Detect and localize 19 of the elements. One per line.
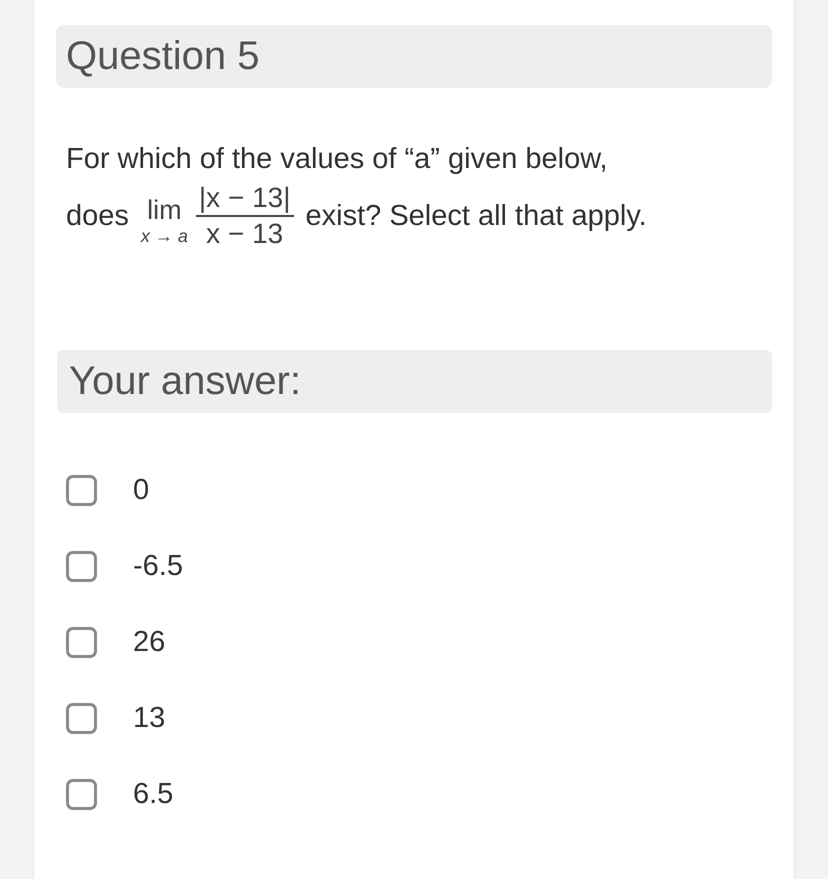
checkbox[interactable] — [66, 779, 97, 810]
checkbox[interactable] — [66, 627, 97, 658]
fraction-numerator: |x − 13| — [196, 182, 294, 217]
fraction-denominator: x − 13 — [206, 217, 284, 250]
limit-subscript: x → a — [140, 226, 188, 247]
option-label[interactable]: 26 — [133, 626, 166, 659]
answer-heading: Your answer: — [57, 350, 772, 413]
checkbox[interactable] — [66, 551, 97, 582]
question-title: Question 5 — [56, 25, 772, 88]
limit-symbol: lim — [147, 195, 182, 226]
option-label[interactable]: 0 — [133, 474, 150, 507]
option-label[interactable]: 13 — [133, 702, 166, 735]
checkbox[interactable] — [66, 475, 97, 506]
checkbox[interactable] — [66, 703, 97, 734]
question-text: does — [66, 200, 129, 232]
option-label[interactable]: 6.5 — [133, 778, 174, 811]
question-text: exist? Select all that apply. — [306, 200, 647, 232]
option-label[interactable]: -6.5 — [133, 550, 183, 583]
question-text: For which of the values of “a” given below, — [66, 143, 608, 175]
